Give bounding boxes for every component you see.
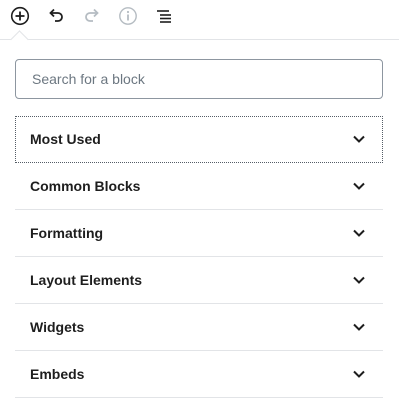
list-icon bbox=[157, 10, 171, 23]
plus-circle-icon bbox=[10, 6, 30, 26]
undo-icon bbox=[49, 8, 63, 22]
editor-toolbar bbox=[0, 0, 399, 34]
block-inserter-popover: Most Used Common Blocks Formatting Layou… bbox=[0, 0, 399, 401]
chevron-down-icon bbox=[349, 176, 369, 196]
redo-button[interactable] bbox=[80, 4, 104, 28]
search-container bbox=[15, 59, 383, 99]
panel-title: Widgets bbox=[30, 319, 85, 335]
chevron-down-icon bbox=[349, 317, 369, 337]
chevron-down-icon bbox=[349, 270, 369, 290]
panel-embeds[interactable]: Embeds bbox=[15, 351, 383, 398]
panel-title: Most Used bbox=[30, 131, 101, 147]
undo-button[interactable] bbox=[44, 4, 68, 28]
block-category-list: Most Used Common Blocks Formatting Layou… bbox=[15, 116, 383, 398]
content-structure-button[interactable] bbox=[116, 4, 140, 28]
redo-icon bbox=[85, 8, 99, 22]
chevron-down-icon bbox=[349, 129, 369, 149]
panel-layout-elements[interactable]: Layout Elements bbox=[15, 257, 383, 304]
add-block-button[interactable] bbox=[8, 4, 32, 28]
chevron-down-icon bbox=[349, 223, 369, 243]
popover-top-border bbox=[0, 39, 399, 40]
panel-title: Embeds bbox=[30, 366, 85, 382]
block-search-input[interactable] bbox=[15, 59, 383, 99]
panel-title: Common Blocks bbox=[30, 178, 141, 194]
panel-widgets[interactable]: Widgets bbox=[15, 304, 383, 351]
panel-title: Layout Elements bbox=[30, 272, 143, 288]
panel-common-blocks[interactable]: Common Blocks bbox=[15, 163, 383, 210]
info-icon bbox=[119, 7, 137, 25]
panel-most-used[interactable]: Most Used bbox=[15, 116, 383, 163]
block-navigation-button[interactable] bbox=[152, 4, 176, 28]
chevron-down-icon bbox=[349, 364, 369, 384]
panel-formatting[interactable]: Formatting bbox=[15, 210, 383, 257]
panel-title: Formatting bbox=[30, 225, 104, 241]
